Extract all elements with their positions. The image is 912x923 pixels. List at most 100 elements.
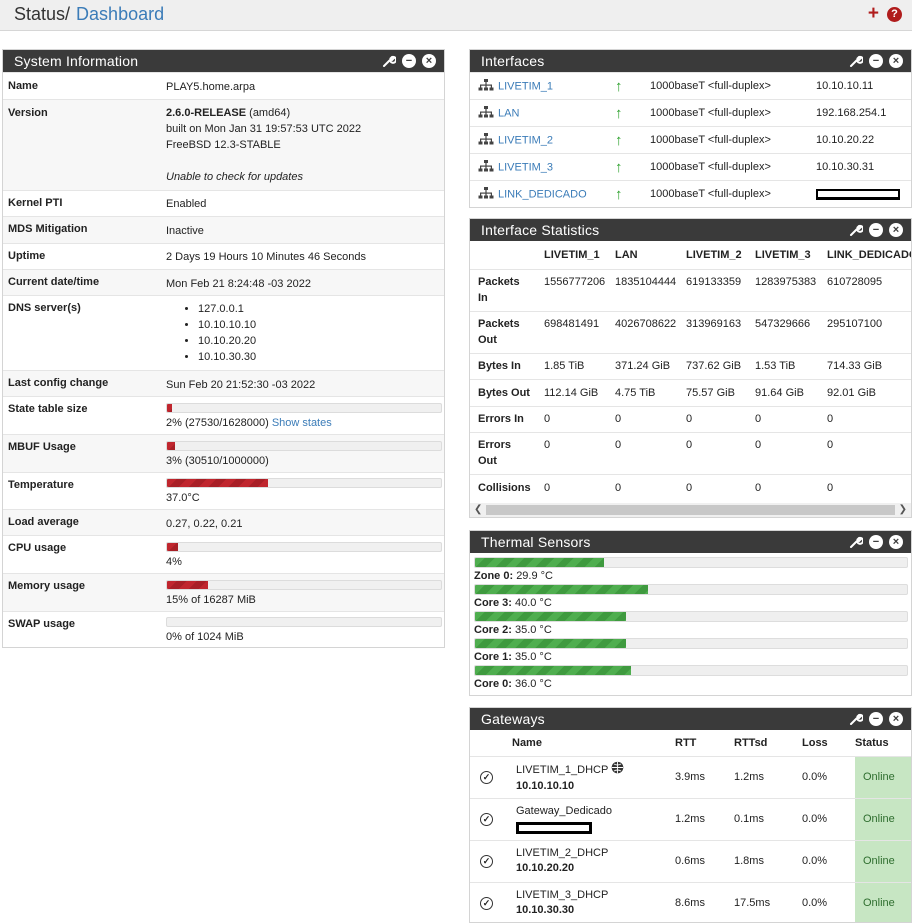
statistics-value: 313969163	[686, 310, 755, 353]
column-header: RTTsd	[734, 736, 768, 749]
minimize-icon[interactable]: −	[402, 54, 416, 68]
breadcrumb-dashboard-link[interactable]: Dashboard	[76, 4, 164, 24]
wrench-icon[interactable]	[849, 223, 863, 237]
link-up-icon: ↑	[615, 185, 623, 203]
row-label: Current date/time	[8, 276, 100, 288]
sysinfo-row-dns: DNS server(s) 127.0.0.1 10.10.10.10 10.1…	[3, 295, 444, 370]
gateway-row: ✓ LIVETIM_1_DHCP 10.10.10.10 3.9ms 1.2ms 0.0%…	[470, 755, 911, 798]
gateway-name-line: LIVETIM_3_DHCP	[516, 888, 675, 903]
interface-link[interactable]: LIVETIM_2	[498, 134, 553, 146]
statistics-value: 547329666	[755, 310, 827, 353]
sysinfo-row-last-config: Last config change Sun Feb 20 21:52:30 -…	[3, 370, 444, 396]
statistics-row: Packets In 1556777206 1835104444 619133359 12…	[470, 268, 911, 311]
close-icon[interactable]: ×	[889, 535, 903, 549]
row-label-line: Packets	[478, 318, 520, 330]
close-icon[interactable]: ×	[889, 223, 903, 237]
wrench-icon[interactable]	[849, 54, 863, 68]
column-header: Status	[855, 736, 889, 749]
bar-fill	[475, 666, 631, 675]
sysinfo-row-load: Load average 0.27, 0.22, 0.21	[3, 509, 444, 535]
row-label: Packets Out	[470, 310, 544, 353]
close-icon[interactable]: ×	[422, 54, 436, 68]
interface-name-cell: LAN	[470, 99, 615, 127]
status-badge: Online	[855, 755, 911, 798]
rtt-cell: 1.2ms	[675, 797, 734, 840]
panel-header: Interface Statistics − ×	[470, 219, 911, 241]
redacted-block	[816, 188, 900, 200]
interface-link[interactable]: LAN	[498, 107, 519, 119]
scrollbar-thumb[interactable]	[486, 505, 895, 515]
statistics-value: 610728095	[827, 268, 911, 311]
wrench-icon[interactable]	[849, 712, 863, 726]
row-label: DNS server(s)	[8, 302, 81, 314]
check-circle-icon: ✓	[480, 896, 493, 910]
loss-cell: 0.0%	[802, 881, 855, 922]
gateway-row: ✓ Gateway_Dedicado 1.2ms 0.1ms 0.0% Online	[470, 797, 911, 840]
thermal-label: Zone 0: 29.9 °C	[474, 570, 553, 582]
bar-fill	[475, 639, 627, 648]
loss-cell: 0.0%	[802, 797, 855, 840]
statistics-value: 0	[755, 473, 827, 502]
interface-name-cell: LIVETIM_1	[470, 72, 615, 100]
rttsd-cell: 17.5ms	[734, 881, 802, 922]
row-value: 2% (27530/1628000) Show states	[166, 415, 332, 431]
gateway-name: LIVETIM_1_DHCP	[516, 763, 609, 776]
row-label: Version	[8, 107, 48, 119]
statistics-value: 112.14 GiB	[544, 378, 615, 406]
row-label: Packets In	[470, 268, 544, 311]
sysinfo-row-uptime: Uptime 2 Days 19 Hours 10 Minutes 46 Sec…	[3, 243, 444, 269]
scroll-right-icon[interactable]: ❯	[899, 503, 907, 517]
minimize-icon[interactable]: −	[869, 54, 883, 68]
column-header: LIVETIM_3	[755, 248, 811, 261]
column-header: LIVETIM_1	[544, 248, 600, 261]
minimize-icon[interactable]: −	[869, 712, 883, 726]
close-icon[interactable]: ×	[889, 712, 903, 726]
column-header: Name	[512, 736, 542, 749]
media-cell: 1000baseT <full-duplex>	[650, 99, 816, 127]
horizontal-scrollbar[interactable]: ❮ ❯	[470, 503, 911, 517]
state-table-bar	[166, 403, 442, 413]
interfaces-panel: Interfaces − × LIVETIM_1 ↑ 1000baseT <full…	[469, 49, 912, 208]
statistics-value: 0	[686, 473, 755, 502]
statistics-value: 91.64 GiB	[755, 378, 827, 406]
minimize-icon[interactable]: −	[869, 535, 883, 549]
panel-title: Interfaces	[481, 53, 545, 69]
interface-name-cell: LIVETIM_3	[470, 153, 615, 181]
rtt-cell: 8.6ms	[675, 881, 734, 922]
wrench-icon[interactable]	[382, 54, 396, 68]
interface-link[interactable]: LIVETIM_3	[498, 161, 553, 173]
close-icon[interactable]: ×	[889, 54, 903, 68]
statistics-value: 0	[755, 431, 827, 474]
column-header: LINK_DEDICADO	[827, 248, 912, 261]
row-value: Inactive	[166, 225, 204, 237]
column-header: LIVETIM_2	[686, 248, 742, 261]
row-label: MDS Mitigation	[8, 223, 88, 235]
version-release: 2.6.0-RELEASE	[166, 107, 247, 119]
plus-icon[interactable]: +	[868, 4, 879, 23]
help-icon[interactable]: ?	[887, 7, 902, 22]
status-cell: ↑	[615, 153, 650, 181]
gateway-status-icon-cell: ✓	[470, 839, 512, 882]
gateway-name: LIVETIM_3_DHCP	[516, 889, 609, 902]
sysinfo-row-cpu: CPU usage 4%	[3, 535, 444, 573]
sysinfo-row-mds: MDS Mitigation Inactive	[3, 216, 444, 243]
interface-link[interactable]: LIVETIM_1	[498, 80, 553, 92]
scroll-left-icon[interactable]: ❮	[474, 503, 482, 517]
version-arch: (amd64)	[246, 107, 291, 119]
mbuf-bar	[166, 441, 442, 451]
statistics-value: 0	[544, 431, 615, 474]
wrench-icon[interactable]	[849, 535, 863, 549]
row-value: Mon Feb 21 8:24:48 -03 2022	[166, 278, 311, 290]
status-cell: ↑	[615, 99, 650, 127]
loss-cell: 0.0%	[802, 839, 855, 882]
check-circle-icon: ✓	[480, 854, 493, 868]
page-header: Status/Dashboard + ?	[0, 0, 912, 31]
row-label: CPU usage	[8, 542, 67, 554]
gateway-status-icon-cell: ✓	[470, 755, 512, 798]
minimize-icon[interactable]: −	[869, 223, 883, 237]
sensor-value: 29.9 °C	[516, 570, 553, 582]
interface-link[interactable]: LINK_DEDICADO	[498, 188, 587, 200]
statistics-value: 0	[544, 405, 615, 432]
status-cell: ↑	[615, 72, 650, 100]
show-states-link[interactable]: Show states	[272, 417, 332, 429]
